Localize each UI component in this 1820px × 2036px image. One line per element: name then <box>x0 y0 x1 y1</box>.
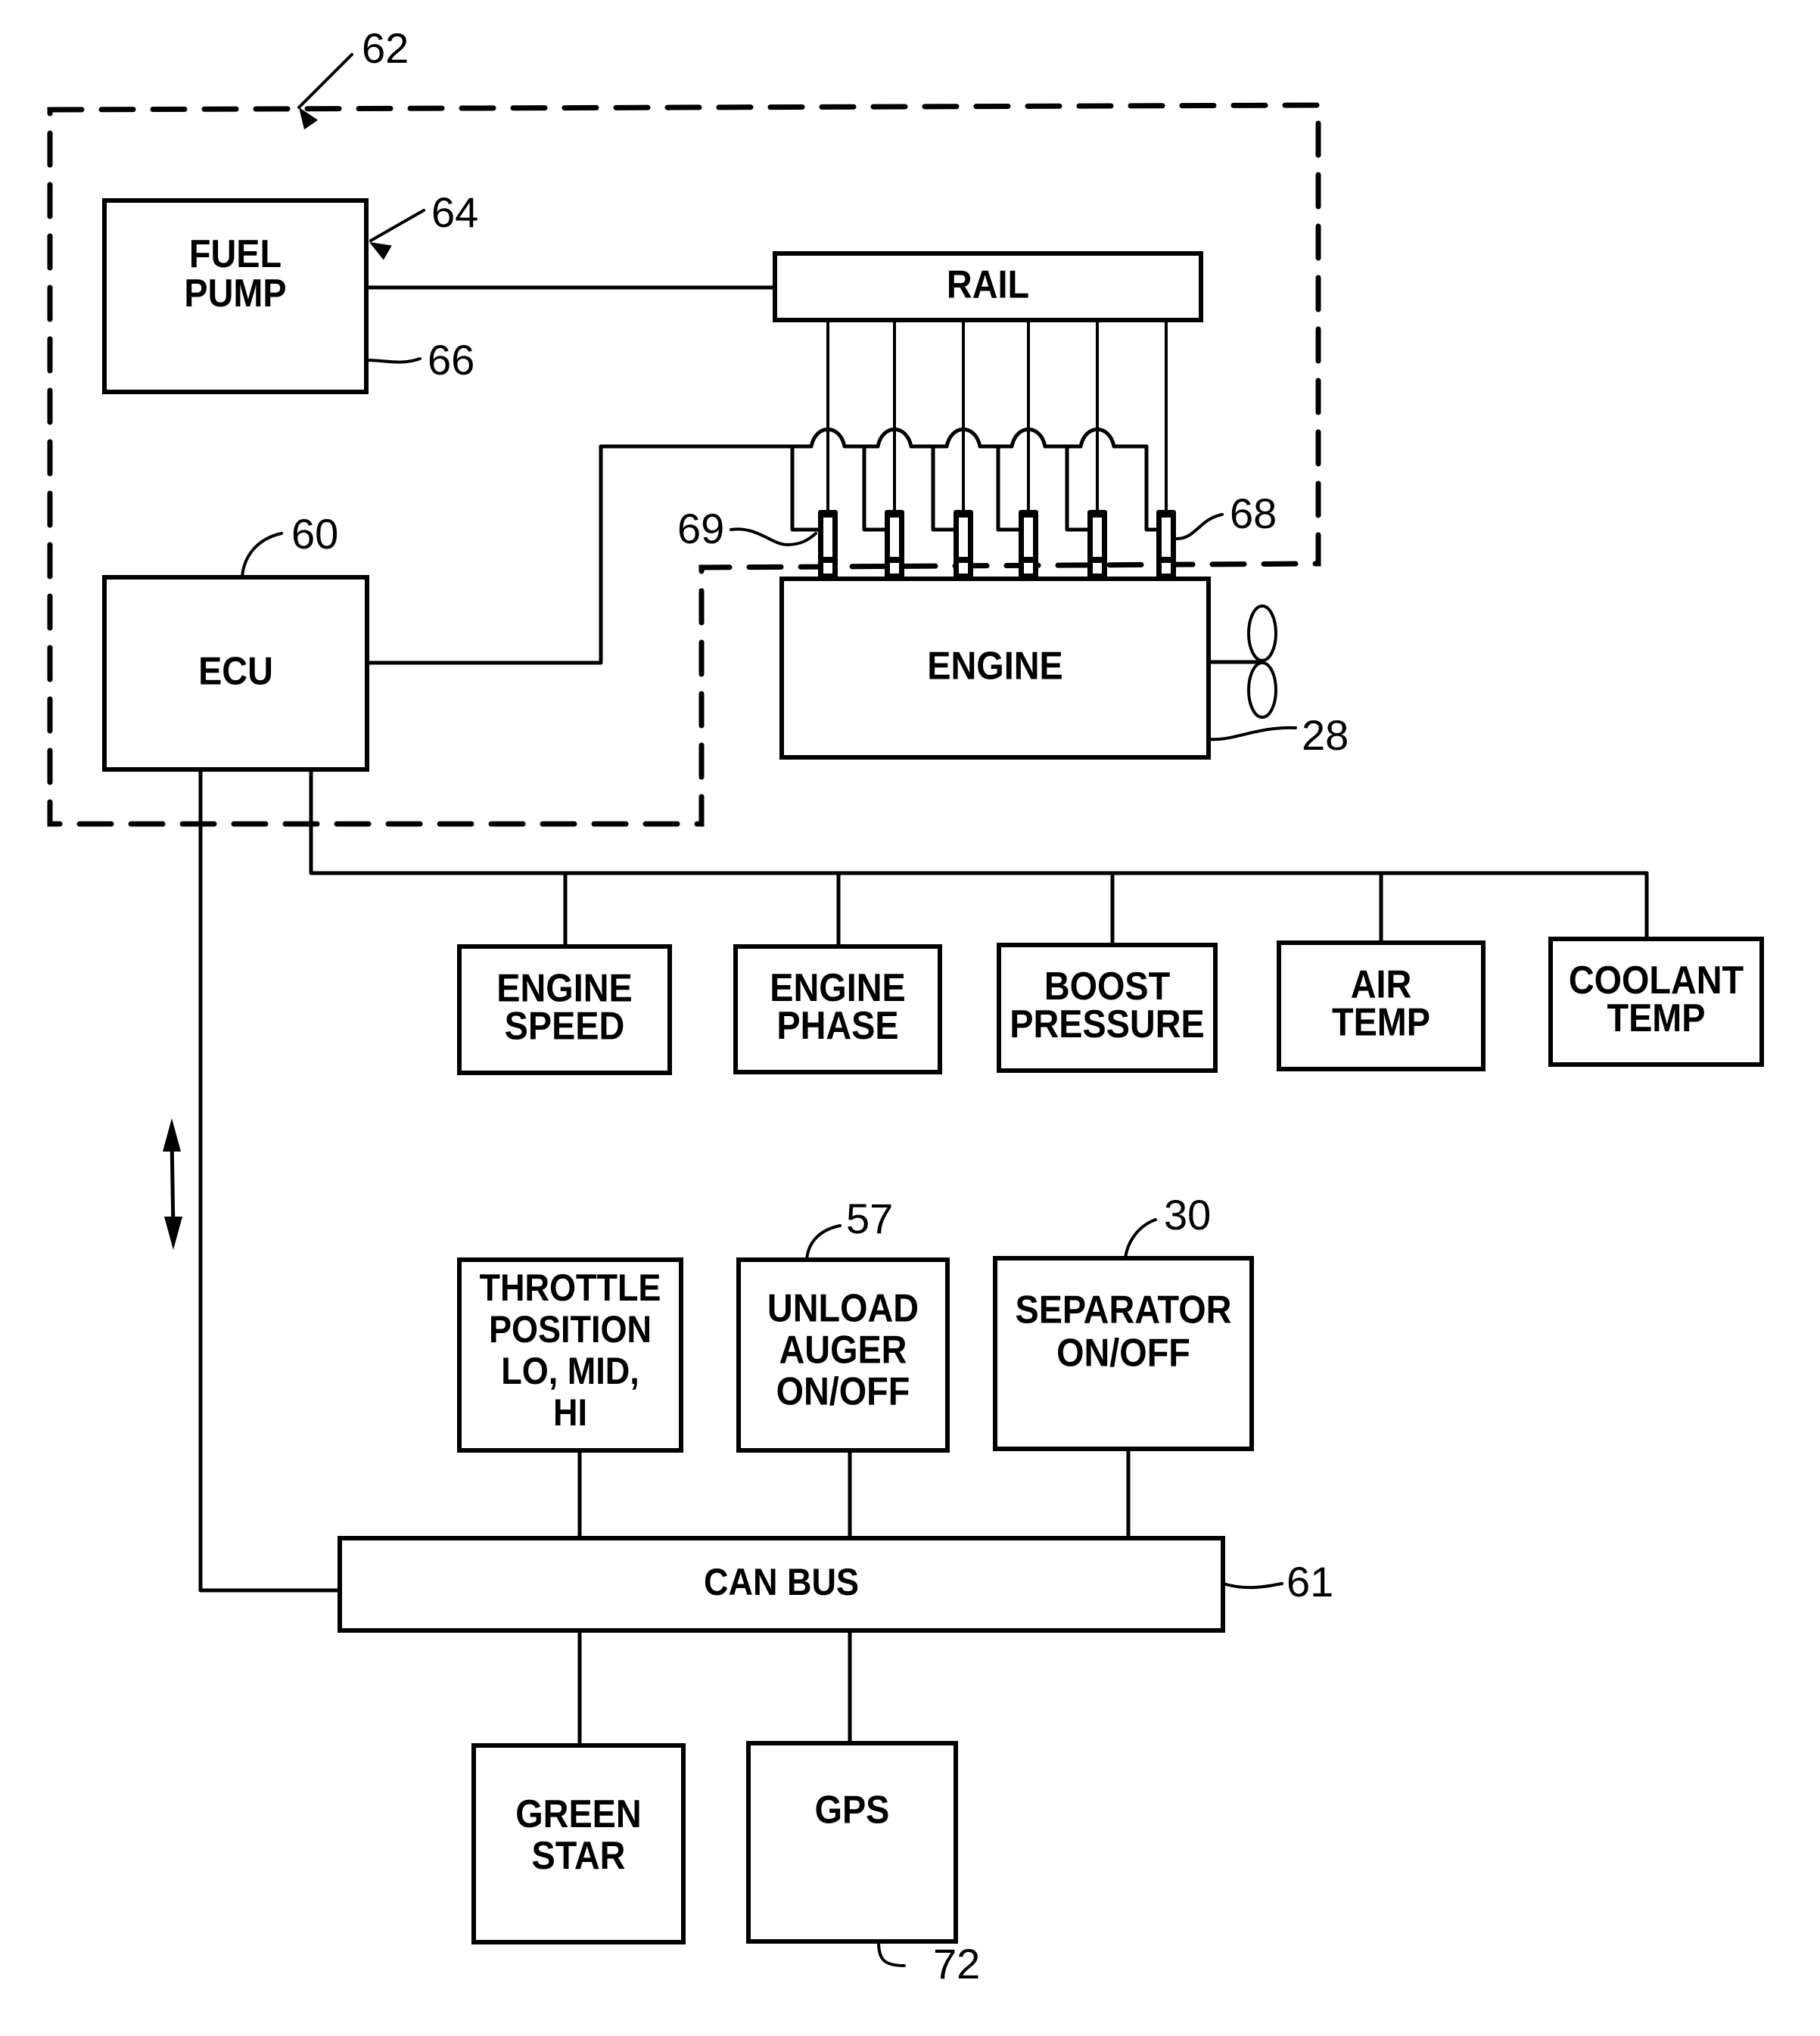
engine-speed-label-line: SPEED <box>505 1004 625 1048</box>
fan-blade-lower <box>1247 661 1277 719</box>
engine-label-line: ENGINE <box>927 644 1062 688</box>
arrow-head-down <box>164 1217 182 1250</box>
throttle-position-label-line: HI <box>553 1392 587 1435</box>
injector-window <box>1024 518 1033 557</box>
gps-box <box>746 1741 958 1944</box>
injector-window <box>1093 518 1102 557</box>
injector-control-wire <box>1065 444 1092 532</box>
green-star-block: GREENSTAR <box>471 1743 686 1944</box>
ref-gps-text: 72 <box>933 1940 980 1988</box>
engine-phase-label-line: PHASE <box>776 1004 898 1048</box>
unload-auger-label-line: ON/OFF <box>776 1369 910 1413</box>
separator-label-line: SEPARATOR <box>1016 1288 1232 1332</box>
throttle-position-label-line: POSITION <box>489 1309 652 1351</box>
injector-control-wire <box>862 444 889 532</box>
gps-block: GPS <box>746 1741 958 1944</box>
ref-ecu-text: 60 <box>291 510 338 558</box>
ref-fuel-pump-arrowhead <box>369 242 392 260</box>
can-bus-block: CAN BUS <box>338 1536 1225 1633</box>
gps-label-line: GPS <box>815 1788 890 1832</box>
separator-block: SEPARATORON/OFF <box>993 1256 1254 1451</box>
ecu-label-line: ECU <box>198 649 273 693</box>
throttle-position-label-line: THROTTLE <box>480 1267 661 1310</box>
injector-window-lower <box>1024 563 1033 573</box>
ref-unload-auger-leader <box>805 1224 842 1261</box>
ref-unload-auger: 57 <box>805 1195 893 1261</box>
throttle-position-block: THROTTLEPOSITIONLO, MID,HI <box>457 1257 683 1453</box>
ref-injectors-text: 68 <box>1230 490 1277 537</box>
boost-pressure-block: BOOSTPRESSURE <box>997 943 1218 1073</box>
ref-injectors: 68 <box>1175 490 1277 540</box>
separator-label-line: ON/OFF <box>1056 1331 1190 1375</box>
ref-fuel-system-boundary: 62 <box>297 24 409 130</box>
ref-fuel-pump-line-text: 66 <box>428 336 474 384</box>
ref-can-bus-leader <box>1221 1582 1283 1590</box>
injector-window <box>1162 518 1171 557</box>
ref-injectors-leader <box>1175 513 1224 540</box>
throttle-position-label-line: LO, MID, <box>501 1351 639 1393</box>
injector-window <box>823 518 832 557</box>
engine-block: ENGINE <box>779 577 1211 760</box>
air-temp-block: AIRTEMP <box>1277 940 1486 1071</box>
ref-fuel-pump-leader <box>369 209 425 242</box>
coolant-temp-label-line: TEMP <box>1607 996 1706 1040</box>
injector-window-lower <box>1162 563 1171 573</box>
ref-ecu-leader <box>241 532 283 579</box>
injector-control-wire <box>931 444 958 532</box>
fuel-pump-label-line: PUMP <box>184 272 286 316</box>
injector-window-lower <box>823 563 832 573</box>
boost-pressure-label-line: PRESSURE <box>1010 1002 1204 1046</box>
double-arrow-icon <box>163 1118 182 1250</box>
engine-speed-block: ENGINESPEED <box>457 944 672 1075</box>
ref-separator: 30 <box>1124 1191 1211 1260</box>
diagram-canvas: FUEL PUMP RAIL ECU ENGINE ENGINE SPEED ENGINE PH… <box>0 0 1820 2036</box>
ecu-block: ECU <box>102 575 369 772</box>
can-bus-label-line: CAN BUS <box>704 1562 859 1604</box>
ref-fuel-pump-line-leader <box>365 357 422 364</box>
unload-auger-label-line: AUGER <box>779 1328 907 1372</box>
injector-harness <box>790 427 1149 449</box>
injector-window <box>890 518 899 557</box>
injector-window-lower <box>959 563 968 573</box>
ref-can-bus-text: 61 <box>1286 1558 1333 1605</box>
arrow-head-up <box>163 1118 181 1152</box>
ref-fuel-system-boundary-leader <box>297 53 353 109</box>
air-temp-label-line: TEMP <box>1332 1000 1430 1044</box>
ref-engine-leader <box>1207 726 1297 741</box>
ref-separator-leader <box>1124 1218 1157 1260</box>
double-arrow-shaft <box>170 1136 176 1232</box>
diagram-svg: FUELPUMP RAIL ECU ENGINE ENGINESPEED ENGINEPH… <box>47 24 1764 1988</box>
injector-window-lower <box>1093 563 1102 573</box>
green-star-label-line: GREEN <box>515 1792 641 1836</box>
ref-gps-leader <box>877 1940 906 1967</box>
ref-separator-text: 30 <box>1164 1191 1211 1239</box>
ref-fuel-system-boundary-text: 62 <box>362 24 409 72</box>
engine-phase-block: ENGINEPHASE <box>733 944 942 1074</box>
ref-fuel-pump: 64 <box>369 188 478 260</box>
ecu-to-injector-harness <box>365 444 795 665</box>
coolant-temp-block: COOLANTTEMP <box>1548 937 1764 1067</box>
ref-engine: 28 <box>1207 711 1349 759</box>
unload-auger-block: UNLOADAUGERON/OFF <box>736 1257 950 1453</box>
ref-fuel-pump-text: 64 <box>431 188 478 236</box>
unload-auger-label-line: UNLOAD <box>767 1286 919 1330</box>
ecu-to-can-bus <box>198 767 342 1593</box>
fuel-pump-label-line: FUEL <box>189 232 282 276</box>
injector-window <box>959 518 968 557</box>
injector-control-wire <box>790 444 823 532</box>
ref-fuel-pump-line: 66 <box>365 336 474 384</box>
ref-gps: 72 <box>877 1940 980 1988</box>
rail-block: RAIL <box>773 251 1203 322</box>
ref-engine-text: 28 <box>1302 711 1349 759</box>
ref-injector-wire-text: 69 <box>677 505 724 552</box>
fan-blade-upper <box>1247 605 1277 662</box>
ref-ecu: 60 <box>241 510 338 579</box>
ref-unload-auger-text: 57 <box>846 1195 893 1242</box>
ref-can-bus: 61 <box>1221 1558 1333 1605</box>
injector-control-wire <box>996 444 1023 532</box>
rail-label-line: RAIL <box>947 263 1029 306</box>
fuel-pump-block: FUELPUMP <box>102 198 369 394</box>
green-star-label-line: STAR <box>532 1834 626 1878</box>
injector-window-lower <box>890 563 899 573</box>
